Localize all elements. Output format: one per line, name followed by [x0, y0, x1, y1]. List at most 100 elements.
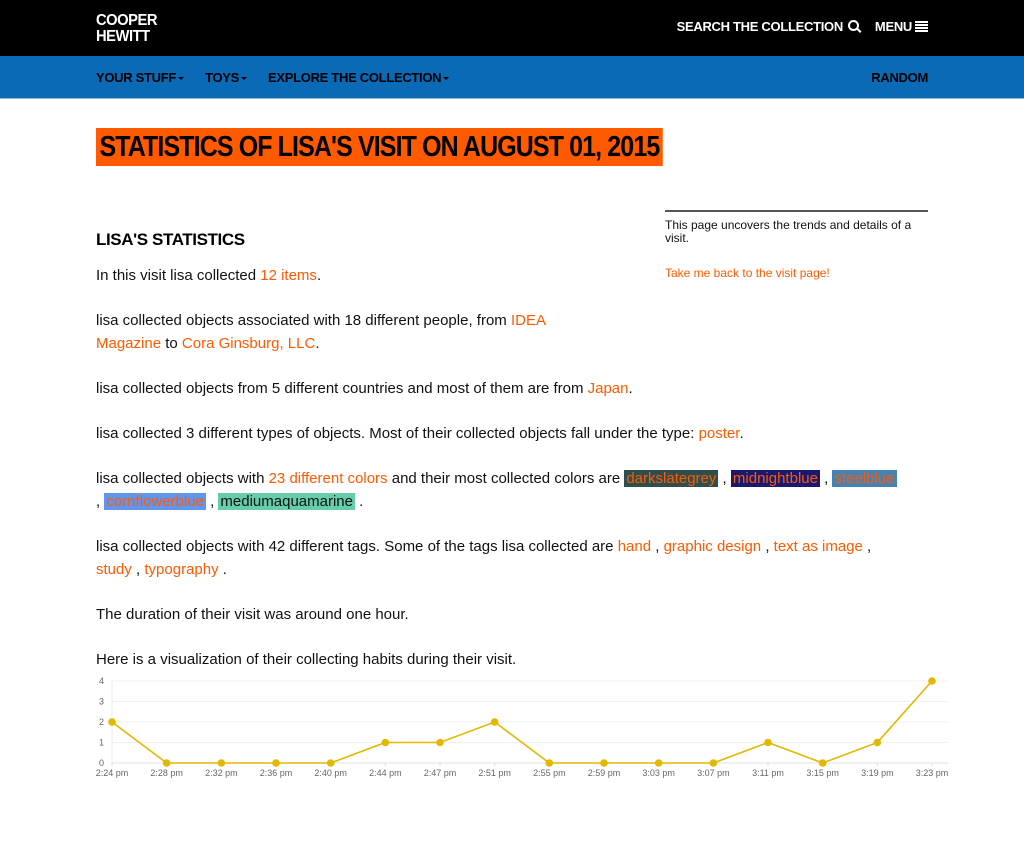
logo-line-2: HEWITT: [96, 28, 150, 45]
nav-menu: YOUR STUFF TOYS EXPLORE THE COLLECTION: [96, 70, 470, 85]
stat-text: In this visit lisa collected: [96, 267, 261, 284]
color-chip-darkslategrey[interactable]: darkslategrey: [624, 470, 719, 487]
separator: ,: [651, 538, 664, 555]
stat-text: .: [316, 267, 322, 284]
data-point: [490, 718, 499, 726]
stat-tags: lisa collected objects with 42 different…: [96, 535, 931, 581]
x-tick-label: 2:36 pm: [260, 768, 293, 778]
x-tick-label: 3:15 pm: [806, 768, 839, 778]
nav-item-explore-collection[interactable]: EXPLORE THE COLLECTION: [268, 70, 450, 85]
stat-text: .: [218, 561, 227, 578]
x-tick-label: 2:47 pm: [424, 768, 457, 778]
color-chip-steelblue[interactable]: steelblue: [832, 470, 897, 487]
search-label: SEARCH THE COLLECTION: [676, 19, 844, 34]
x-tick-label: 3:03 pm: [642, 768, 675, 778]
country-link[interactable]: Japan: [588, 380, 629, 397]
data-point: [654, 759, 663, 767]
stats-content: In this visit lisa collected 12 items. l…: [96, 264, 931, 693]
nav-item-label: EXPLORE THE COLLECTION: [268, 70, 442, 85]
stat-duration: The duration of their visit was around o…: [96, 606, 409, 623]
data-point: [108, 718, 116, 726]
stat-people: lisa collected objects associated with 1…: [96, 309, 576, 355]
x-tick-label: 2:32 pm: [205, 768, 238, 778]
hamburger-icon: [915, 21, 928, 32]
person-to-link[interactable]: Cora Ginsburg, LLC: [182, 335, 315, 352]
nav-item-toys[interactable]: TOYS: [205, 70, 248, 85]
logo-line-1: COOPER: [96, 12, 158, 29]
separator: ,: [819, 470, 833, 487]
stat-text: lisa collected 3 different types of obje…: [96, 425, 699, 442]
caret-down-icon: [178, 77, 185, 80]
data-point: [436, 738, 444, 747]
stat-types: lisa collected 3 different types of obje…: [96, 422, 931, 445]
tag-link[interactable]: study: [96, 561, 132, 578]
data-point: [381, 738, 390, 747]
separator: ,: [205, 493, 219, 510]
x-tick-label: 2:28 pm: [150, 768, 183, 778]
data-point: [162, 759, 171, 767]
nav-item-label: YOUR STUFF: [96, 70, 177, 85]
x-tick-label: 2:40 pm: [314, 768, 347, 778]
tag-link[interactable]: hand: [618, 538, 651, 555]
color-chip-cornflowerblue[interactable]: cornflowerblue: [104, 493, 206, 510]
stat-text: and their most collected colors are: [387, 470, 625, 487]
nav-bar: YOUR STUFF TOYS EXPLORE THE COLLECTION R…: [0, 56, 1024, 99]
x-tick-label: 2:59 pm: [588, 768, 621, 778]
data-point: [928, 677, 936, 685]
caret-down-icon: [443, 77, 450, 80]
separator: ,: [718, 470, 731, 487]
search-collection-link[interactable]: SEARCH THE COLLECTION: [677, 19, 859, 34]
tag-link[interactable]: typography: [144, 561, 218, 578]
x-tick-label: 3:19 pm: [861, 768, 894, 778]
tag-link[interactable]: text as image: [774, 538, 863, 555]
section-title: LISA'S STATISTICS: [96, 230, 245, 249]
stat-text: lisa collected objects with: [96, 470, 269, 487]
x-tick-label: 3:11 pm: [752, 768, 784, 778]
collecting-chart: 0 1 2 3 4 2:24 pm 2:28 pm 2:32 pm 2:36 pm 2:40 pm…: [90, 672, 960, 787]
top-bar: COOPER HEWITT SEARCH THE COLLECTION MENU: [0, 0, 1024, 56]
data-point: [873, 738, 882, 747]
top-actions: SEARCH THE COLLECTION MENU: [677, 19, 928, 34]
separator: ,: [761, 538, 774, 555]
cooper-hewitt-logo[interactable]: COOPER HEWITT: [96, 13, 157, 45]
color-chip-midnightblue[interactable]: midnightblue: [730, 470, 820, 487]
tag-link[interactable]: graphic design: [664, 538, 762, 555]
separator: ,: [131, 561, 145, 578]
color-chip-mediumaquamarine[interactable]: mediumaquamarine: [218, 493, 355, 510]
type-link[interactable]: poster: [699, 425, 740, 442]
caret-down-icon: [241, 77, 248, 80]
x-tick-label: 3:23 pm: [916, 768, 949, 778]
stat-colors: lisa collected objects with 23 different…: [96, 467, 931, 513]
data-point: [545, 759, 554, 767]
data-point: [764, 738, 772, 747]
data-point: [272, 759, 280, 767]
menu-label: MENU: [874, 19, 912, 34]
y-tick-label: 0: [99, 758, 104, 768]
x-tick-label: 3:07 pm: [697, 768, 730, 778]
page-title: STATISTICS OF LISA'S VISIT ON AUGUST 01,…: [96, 128, 663, 166]
search-icon: [847, 19, 859, 31]
data-point: [818, 759, 827, 767]
separator: ,: [862, 538, 872, 555]
data-point: [217, 759, 226, 767]
x-tick-label: 2:55 pm: [533, 768, 566, 778]
data-point: [709, 759, 718, 767]
items-link[interactable]: 12 items: [260, 267, 317, 284]
nav-item-your-stuff[interactable]: YOUR STUFF: [96, 70, 185, 85]
stat-text: lisa collected objects with 42 different…: [96, 538, 618, 555]
colors-link[interactable]: 23 different colors: [269, 470, 388, 487]
x-tick-label: 2:51 pm: [478, 768, 511, 778]
stat-countries: lisa collected objects from 5 different …: [96, 377, 931, 400]
stat-text: .: [315, 335, 320, 352]
x-tick-label: 2:44 pm: [369, 768, 402, 778]
random-link[interactable]: RANDOM: [871, 70, 928, 85]
y-tick-label: 2: [99, 717, 104, 727]
aside-description: This page uncovers the trends and detail…: [665, 218, 912, 245]
stat-text: lisa collected objects associated with 1…: [96, 312, 511, 329]
viz-intro: Here is a visualization of their collect…: [96, 651, 517, 668]
stat-text: .: [628, 380, 633, 397]
stat-text: to: [161, 335, 182, 352]
menu-button[interactable]: MENU: [875, 19, 928, 34]
stat-items: In this visit lisa collected 12 items.: [96, 264, 931, 287]
y-tick-label: 4: [99, 676, 104, 686]
